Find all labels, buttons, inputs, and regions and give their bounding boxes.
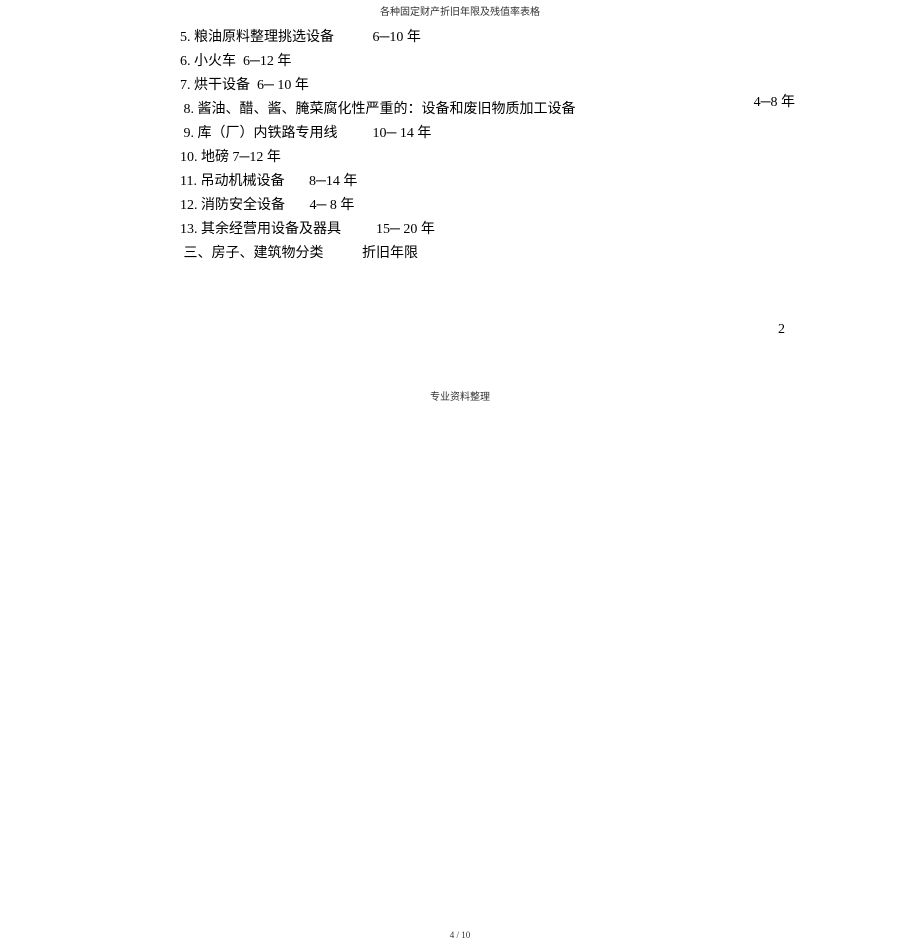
item-9: 9. 库（厂）内铁路专用线 10─ 14 年 xyxy=(180,122,920,146)
item-7: 7. 烘干设备 6─ 10 年 xyxy=(180,74,920,98)
item-13: 13. 其余经营用设备及器具 15─ 20 年 xyxy=(180,218,920,242)
item-12: 12. 消防安全设备 4─ 8 年 xyxy=(180,194,920,218)
item-8-right: 4─8 年 xyxy=(754,91,795,111)
item-8-left: 8. 酱油、醋、酱、腌菜腐化性严重的：设备和废旧物质加工设备 xyxy=(180,98,920,122)
header-title: 各种固定财产折旧年限及残值率表格 xyxy=(0,0,920,18)
item-5: 5. 粮油原料整理挑选设备 6─10 年 xyxy=(180,26,920,50)
item-11: 11. 吊动机械设备 8─14 年 xyxy=(180,170,920,194)
item-6: 6. 小火车 6─12 年 xyxy=(180,50,920,74)
page-marker: 2 xyxy=(778,322,785,338)
page-number: 4 / 10 xyxy=(0,930,920,940)
section-3: 三、房子、建筑物分类 折旧年限 xyxy=(180,242,920,266)
footer-note: 专业资料整理 xyxy=(0,388,920,403)
document-content: 5. 粮油原料整理挑选设备 6─10 年 6. 小火车 6─12 年 7. 烘干… xyxy=(0,18,920,266)
item-10: 10. 地磅 7─12 年 xyxy=(180,146,920,170)
